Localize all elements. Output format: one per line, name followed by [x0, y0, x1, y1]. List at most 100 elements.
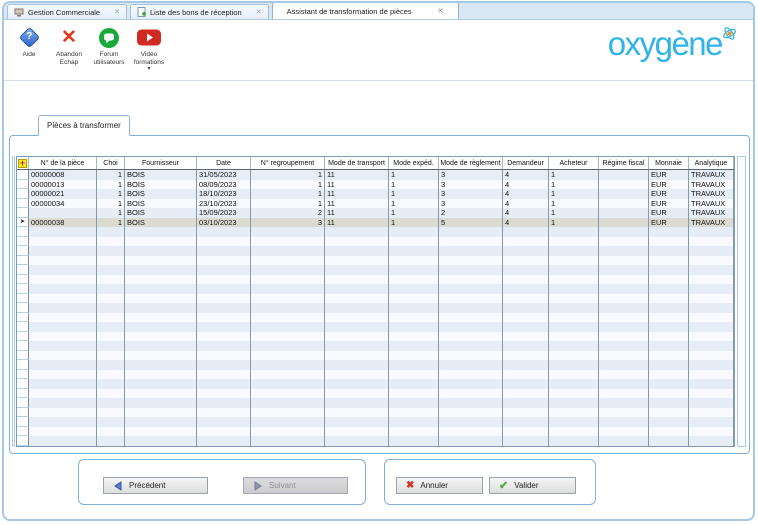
- grid-cell[interactable]: [29, 227, 97, 237]
- grid-cell[interactable]: [599, 360, 649, 370]
- grid-cell[interactable]: [503, 227, 549, 237]
- grid-cell[interactable]: [689, 408, 734, 418]
- grid-cell[interactable]: [125, 256, 197, 266]
- grid-cell[interactable]: [549, 417, 599, 427]
- grid-cell[interactable]: [503, 370, 549, 380]
- grid-cell[interactable]: [649, 360, 689, 370]
- grid-cell[interactable]: [197, 408, 251, 418]
- grid-cell[interactable]: 1: [97, 218, 125, 228]
- grid-cell[interactable]: 4: [503, 180, 549, 190]
- grid-cell[interactable]: [389, 284, 439, 294]
- grid-cell[interactable]: TRAVAUX: [689, 189, 734, 199]
- tab-liste-bons-reception[interactable]: Liste des bons de réception ✕: [130, 4, 269, 19]
- grid-cell[interactable]: [97, 237, 125, 247]
- grid-cell[interactable]: [649, 227, 689, 237]
- grid-cell[interactable]: [503, 322, 549, 332]
- grid-cell[interactable]: [197, 246, 251, 256]
- grid-cell[interactable]: [251, 360, 325, 370]
- next-button[interactable]: Suivant: [243, 477, 348, 494]
- column-header[interactable]: Analytique: [689, 157, 734, 169]
- grid-cell[interactable]: 11: [325, 189, 389, 199]
- grid-cell[interactable]: [97, 227, 125, 237]
- grid-cell[interactable]: [125, 417, 197, 427]
- grid-cell[interactable]: [549, 284, 599, 294]
- grid-cell[interactable]: [439, 436, 503, 446]
- grid-cell[interactable]: BOIS: [125, 199, 197, 209]
- grid-cell[interactable]: [197, 370, 251, 380]
- grid-cell[interactable]: [197, 256, 251, 266]
- grid-cell[interactable]: [325, 389, 389, 399]
- grid-cell[interactable]: [197, 237, 251, 247]
- grid-cell[interactable]: [125, 427, 197, 437]
- grid-cell[interactable]: [439, 408, 503, 418]
- grid-cell[interactable]: [29, 322, 97, 332]
- grid-cell[interactable]: 1: [549, 189, 599, 199]
- empty-row[interactable]: [17, 398, 734, 408]
- grid-cell[interactable]: [649, 436, 689, 446]
- grid-cell[interactable]: 1: [549, 208, 599, 218]
- grid-cell[interactable]: [125, 322, 197, 332]
- grid-cell[interactable]: [325, 227, 389, 237]
- grid-cell[interactable]: 3: [439, 170, 503, 180]
- abandon-button[interactable]: ✕ Abandon Echap: [49, 24, 89, 80]
- grid-cell[interactable]: [389, 436, 439, 446]
- grid-cell[interactable]: [599, 246, 649, 256]
- grid-cell[interactable]: [251, 351, 325, 361]
- grid-cell[interactable]: [97, 351, 125, 361]
- grid-cell[interactable]: [439, 351, 503, 361]
- grid-cell[interactable]: [599, 218, 649, 228]
- grid-cell[interactable]: [251, 284, 325, 294]
- grid-cell[interactable]: 00000021: [29, 189, 97, 199]
- grid-cell[interactable]: 1: [251, 180, 325, 190]
- grid-cell[interactable]: [325, 351, 389, 361]
- grid-cell[interactable]: [439, 370, 503, 380]
- grid-cell[interactable]: [389, 332, 439, 342]
- grid-cell[interactable]: [689, 313, 734, 323]
- grid-cell[interactable]: [439, 237, 503, 247]
- grid-cell[interactable]: [251, 398, 325, 408]
- grid-cell[interactable]: [29, 398, 97, 408]
- grid-cell[interactable]: 08/09/2023: [197, 180, 251, 190]
- grid-cell[interactable]: [389, 427, 439, 437]
- grid-cell[interactable]: [503, 303, 549, 313]
- grid-cell[interactable]: [251, 436, 325, 446]
- grid-cell[interactable]: [251, 370, 325, 380]
- grid-cell[interactable]: [549, 256, 599, 266]
- table-row[interactable]: 000000081BOIS31/05/20231111341EURTRAVAUX: [17, 170, 734, 180]
- grid-cell[interactable]: [503, 436, 549, 446]
- grid-cell[interactable]: [97, 284, 125, 294]
- add-icon[interactable]: +: [18, 159, 27, 168]
- grid-cell[interactable]: [97, 256, 125, 266]
- grid-cell[interactable]: [251, 265, 325, 275]
- grid-cell[interactable]: [325, 313, 389, 323]
- grid-cell[interactable]: [97, 294, 125, 304]
- grid-cell[interactable]: [197, 389, 251, 399]
- empty-row[interactable]: [17, 322, 734, 332]
- grid-cell[interactable]: [549, 332, 599, 342]
- empty-row[interactable]: [17, 256, 734, 266]
- grid-cell[interactable]: [325, 427, 389, 437]
- grid-cell[interactable]: [549, 237, 599, 247]
- grid-cell[interactable]: [503, 265, 549, 275]
- grid-cell[interactable]: 4: [503, 170, 549, 180]
- grid-cell[interactable]: [125, 360, 197, 370]
- grid-cell[interactable]: [439, 256, 503, 266]
- grid-cell[interactable]: [689, 341, 734, 351]
- grid-cell[interactable]: [599, 237, 649, 247]
- grid-cell[interactable]: [325, 341, 389, 351]
- grid-cell[interactable]: [197, 313, 251, 323]
- grid-cell[interactable]: [325, 237, 389, 247]
- vertical-scrollbar[interactable]: [737, 156, 746, 447]
- grid-cell[interactable]: [649, 265, 689, 275]
- grid-cell[interactable]: [97, 341, 125, 351]
- grid-cell[interactable]: EUR: [649, 180, 689, 190]
- grid-cell[interactable]: [389, 417, 439, 427]
- grid-cell[interactable]: [29, 370, 97, 380]
- grid-cell[interactable]: [29, 379, 97, 389]
- empty-row[interactable]: [17, 436, 734, 446]
- close-icon[interactable]: ✕: [438, 7, 444, 15]
- grid-cell[interactable]: [389, 265, 439, 275]
- grid-cell[interactable]: [549, 303, 599, 313]
- grid-cell[interactable]: [197, 379, 251, 389]
- grid-cell[interactable]: [125, 370, 197, 380]
